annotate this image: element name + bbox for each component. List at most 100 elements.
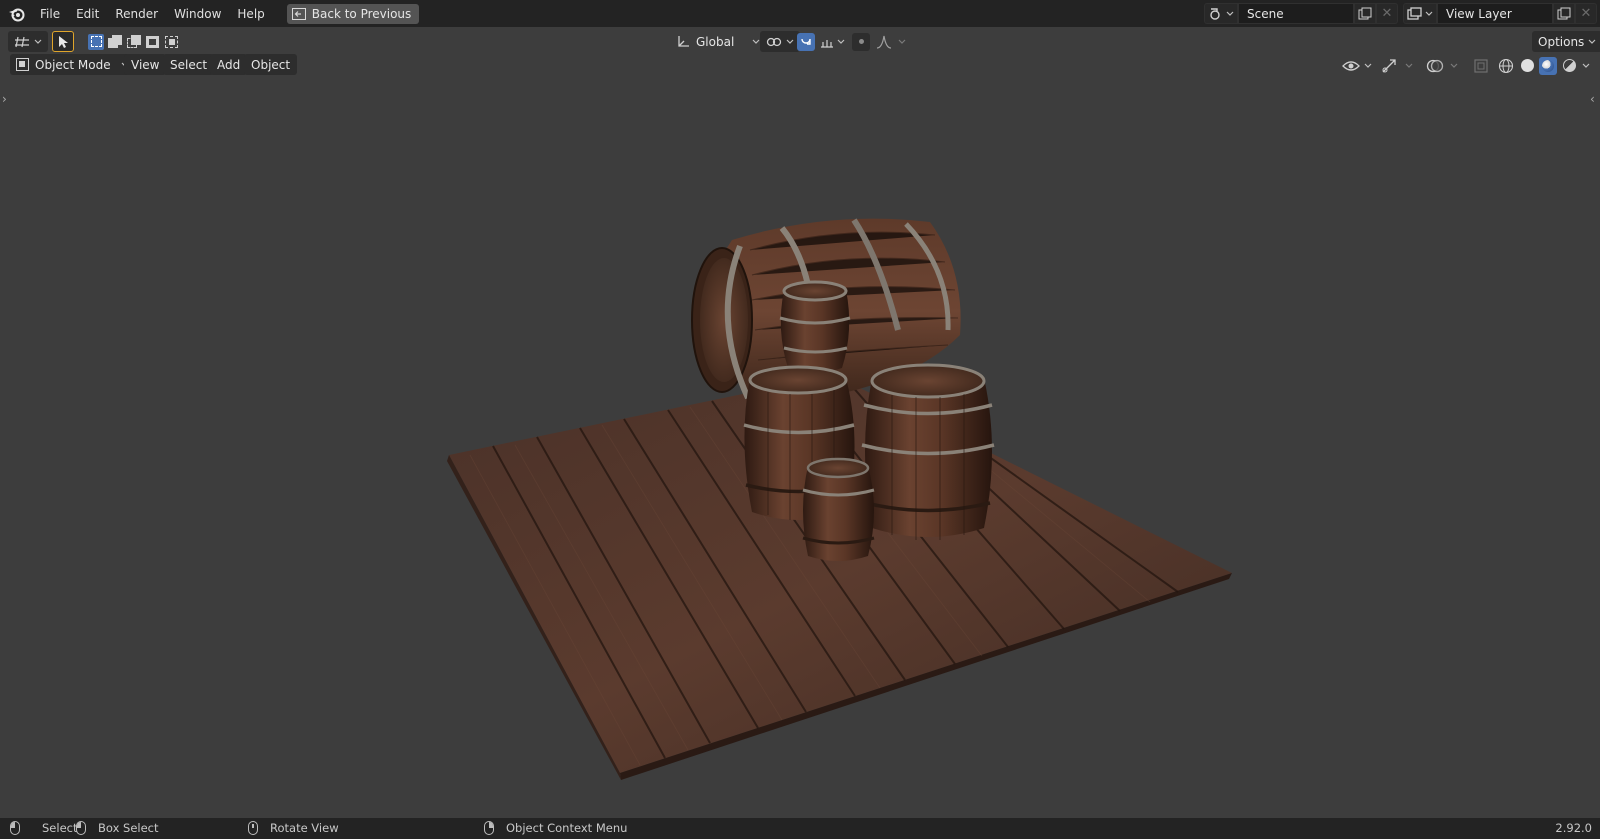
chevron-down-icon — [1226, 11, 1234, 16]
select-menu[interactable]: Select — [163, 54, 215, 75]
menu-window[interactable]: Window — [166, 3, 229, 25]
selection-mode-group — [88, 31, 180, 52]
gizmo-toggle[interactable] — [1381, 55, 1413, 76]
snap-target-dropdown[interactable] — [817, 36, 845, 48]
visibility-dropdown[interactable] — [1342, 55, 1372, 76]
scene-browse-button[interactable] — [1204, 3, 1238, 24]
rendered-shading-icon[interactable] — [1560, 57, 1578, 75]
gizmo-icon — [1382, 58, 1396, 72]
cursor-arrow-icon — [59, 35, 68, 48]
status-rotate-view-label: Rotate View — [270, 821, 339, 835]
xray-icon — [1474, 58, 1488, 73]
snapping-group — [797, 31, 845, 52]
proportional-editing-group — [852, 31, 906, 52]
object-menu[interactable]: Object — [244, 54, 298, 75]
status-select: Select — [10, 821, 77, 835]
chevron-down-icon — [837, 39, 845, 44]
object-mode-icon — [16, 58, 29, 71]
select-intersect-icon[interactable] — [164, 34, 180, 50]
transform-orientation-label: Global — [696, 34, 735, 49]
mouse-drag-icon — [76, 821, 86, 835]
duplicate-icon — [1358, 7, 1372, 19]
options-label: Options — [1538, 34, 1585, 49]
viewport-header: Object Mode View Select Add Object — [0, 54, 1600, 78]
status-select-label: Select — [42, 821, 78, 835]
back-to-previous-button[interactable]: Back to Previous — [286, 3, 420, 24]
editor-type-icon — [15, 36, 29, 47]
snap-toggle-icon[interactable] — [797, 32, 815, 51]
mouse-middle-click-icon — [248, 821, 258, 835]
status-bar: Select Box Select Rotate View Object Con… — [0, 818, 1600, 839]
chevron-down-icon — [786, 39, 794, 44]
chevron-down-icon[interactable] — [1581, 63, 1591, 69]
falloff-curve-icon[interactable] — [876, 35, 892, 49]
overlays-toggle[interactable] — [1426, 55, 1458, 76]
status-box-select-label: Box Select — [98, 821, 159, 835]
object-mode-dropdown[interactable]: Object Mode — [10, 54, 135, 75]
mouse-right-click-icon — [484, 821, 494, 835]
snap-increment-icon — [821, 39, 833, 48]
scene-icon — [1210, 7, 1220, 20]
back-to-previous-label: Back to Previous — [311, 6, 412, 21]
eye-icon — [1342, 60, 1360, 71]
blender-logo-icon[interactable] — [2, 0, 32, 27]
top-menu-bar: File Edit Render Window Help Back to Pre… — [0, 0, 1600, 27]
select-new-icon[interactable] — [88, 33, 104, 50]
status-box-select: Box Select — [76, 821, 159, 835]
chevron-down-icon — [1364, 63, 1372, 68]
chevron-down-icon — [1588, 39, 1596, 44]
proportional-edit-icon[interactable] — [852, 32, 870, 51]
scene-name-field[interactable]: Scene — [1238, 3, 1354, 24]
material-preview-shading-icon[interactable] — [1539, 56, 1557, 75]
chevron-down-icon — [1405, 63, 1413, 68]
editor-type-button[interactable] — [8, 31, 48, 52]
mouse-left-click-icon — [10, 821, 20, 835]
chevron-down-icon — [898, 39, 906, 44]
add-menu[interactable]: Add — [210, 54, 248, 75]
chevron-down-icon — [34, 39, 42, 44]
shading-mode-group — [1497, 55, 1591, 76]
wireframe-shading-icon[interactable] — [1497, 57, 1515, 75]
transform-orientation-dropdown[interactable]: Global — [676, 31, 760, 52]
chevron-down-icon — [1425, 11, 1433, 16]
overlays-icon — [1426, 59, 1444, 72]
select-invert-icon[interactable] — [145, 34, 161, 50]
view-layer-icon — [1407, 6, 1422, 20]
pivot-link-icon — [766, 37, 782, 46]
toolbar-expand-arrow-icon[interactable]: › — [2, 92, 7, 106]
version-label: 2.92.0 — [1555, 821, 1592, 835]
menu-help[interactable]: Help — [229, 3, 272, 25]
select-extend-icon[interactable] — [107, 34, 123, 50]
options-dropdown[interactable]: Options — [1532, 31, 1600, 52]
menu-file[interactable]: File — [32, 3, 68, 25]
delete-view-layer-button[interactable]: ✕ — [1575, 3, 1597, 24]
select-tool-button[interactable] — [52, 31, 74, 52]
new-view-layer-button[interactable] — [1553, 3, 1575, 24]
status-context-menu: Object Context Menu — [484, 821, 627, 835]
pivot-point-dropdown[interactable] — [760, 31, 800, 52]
delete-scene-button[interactable]: ✕ — [1376, 3, 1398, 24]
status-context-menu-label: Object Context Menu — [506, 821, 628, 835]
menu-edit[interactable]: Edit — [68, 3, 107, 25]
orientation-axes-icon — [678, 35, 689, 47]
close-icon: ✕ — [1580, 6, 1592, 21]
chevron-down-icon — [1450, 63, 1458, 68]
duplicate-icon — [1557, 7, 1571, 19]
back-icon — [291, 7, 306, 20]
object-mode-label: Object Mode — [35, 57, 111, 72]
sidebar-expand-arrow-icon[interactable]: ‹ — [1590, 92, 1595, 106]
3d-viewport[interactable] — [0, 78, 1600, 818]
close-icon: ✕ — [1381, 6, 1393, 21]
new-scene-button[interactable] — [1354, 3, 1376, 24]
scene-selector: Scene ✕ — [1204, 3, 1398, 24]
view-layer-name-field[interactable]: View Layer — [1437, 3, 1553, 24]
select-subtract-icon[interactable] — [126, 34, 142, 50]
tool-header: Global Options — [0, 27, 1600, 55]
solid-shading-icon[interactable] — [1518, 57, 1536, 75]
view-menu[interactable]: View — [124, 54, 167, 75]
xray-toggle[interactable] — [1473, 55, 1489, 76]
menu-render[interactable]: Render — [107, 3, 166, 25]
barrels-scene — [447, 218, 1232, 780]
status-rotate-view: Rotate View — [248, 821, 339, 835]
view-layer-browse-button[interactable] — [1403, 3, 1437, 24]
